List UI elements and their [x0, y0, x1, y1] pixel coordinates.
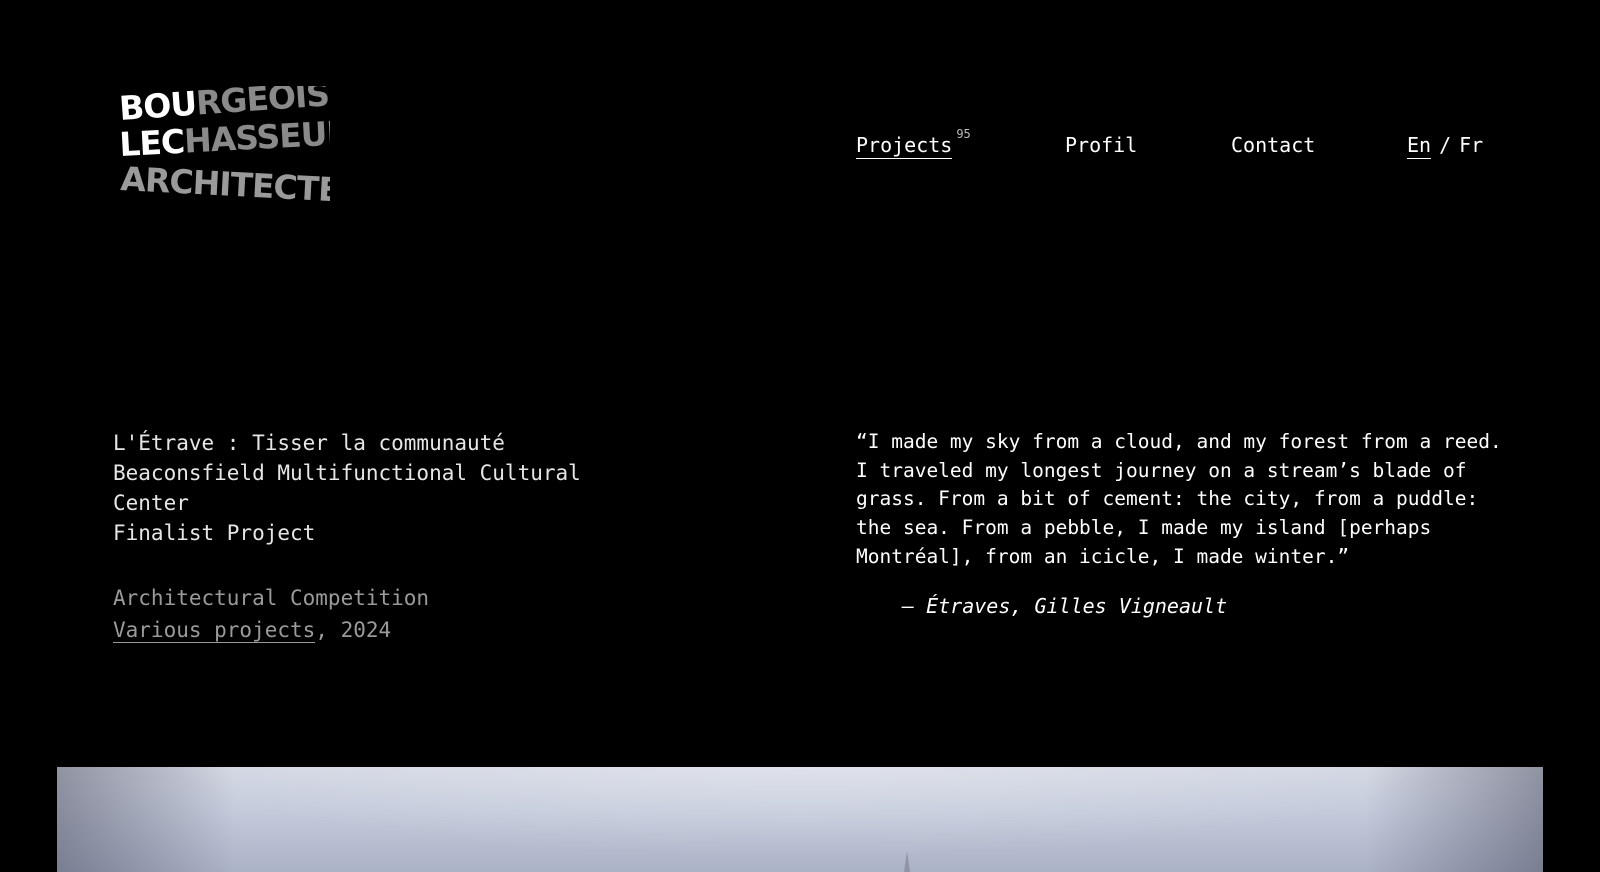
lang-separator: /: [1439, 133, 1452, 157]
lang-fr-link[interactable]: Fr: [1459, 133, 1483, 157]
quote-line: grass. From a bit of cement: the city, f…: [856, 487, 1479, 511]
building-spire-graphic: [904, 851, 910, 872]
projects-count-badge: 95: [956, 127, 971, 141]
hero-image: [57, 767, 1543, 872]
project-title-line: Beaconsfield Multifunctional Cultural: [113, 461, 581, 485]
quote-line: “I made my sky from a cloud, and my fore…: [856, 430, 1502, 453]
various-projects-link[interactable]: Various projects: [113, 618, 316, 643]
project-title-line: L'Étrave : Tisser la communauté: [113, 431, 505, 455]
quote-line: the sea. From a pebble, I made my island…: [856, 516, 1432, 540]
quote-attribution: – Étraves, Gilles Vigneault: [902, 594, 1228, 618]
project-title-line: Center: [113, 491, 189, 515]
logo-line-3: ARCHITECTES: [120, 159, 330, 206]
project-meta: Architectural Competition Various projec…: [113, 582, 633, 646]
nav-projects[interactable]: Projects 95: [856, 127, 971, 159]
quote-line: Montréal], from an icicle, I made winter…: [856, 544, 1350, 568]
nav-profil[interactable]: Profil: [1065, 133, 1137, 157]
quote-line: I traveled my longest journey on a strea…: [856, 458, 1467, 482]
lang-en-link[interactable]: En: [1407, 133, 1432, 159]
project-collection: Various projects, 2024: [113, 614, 633, 646]
project-category: Architectural Competition: [113, 586, 430, 610]
nav-projects-label: Projects: [856, 133, 953, 159]
project-quote: “I made my sky from a cloud, and my fore…: [856, 428, 1502, 572]
hero-vignette: [57, 767, 1543, 872]
project-year: , 2024: [315, 618, 392, 642]
nav-contact[interactable]: Contact: [1231, 133, 1315, 157]
main-nav: Projects 95 Profil Contact En / Fr: [0, 127, 1600, 163]
project-title-line: Finalist Project: [113, 521, 316, 545]
project-title: L'Étrave : Tisser la communauté Beaconsf…: [113, 428, 633, 548]
language-switcher: En / Fr: [1407, 133, 1483, 159]
